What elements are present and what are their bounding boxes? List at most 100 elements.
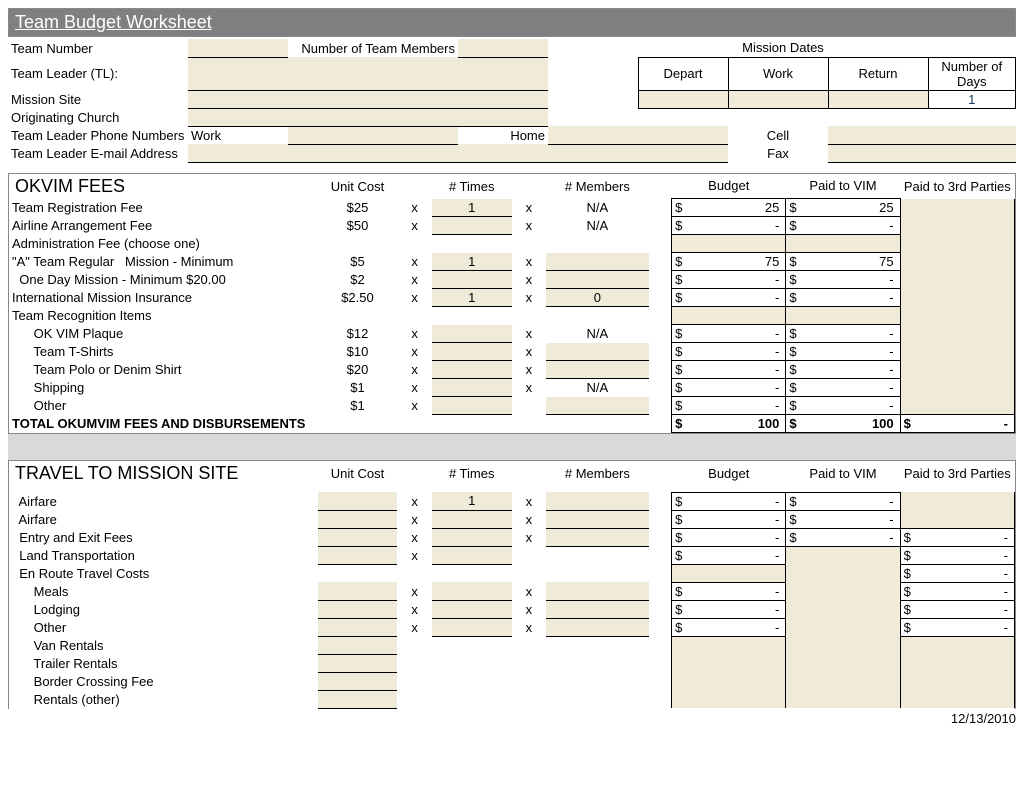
times-input[interactable] (432, 379, 512, 397)
times-input[interactable]: 1 (432, 199, 512, 217)
mult-symbol: x (397, 618, 431, 636)
money-cell: $- (786, 271, 900, 289)
members-cell[interactable] (546, 528, 649, 546)
col-members: # Members (546, 461, 649, 486)
mission-site-input[interactable] (188, 90, 548, 108)
unit-cost[interactable] (318, 600, 398, 618)
members-cell[interactable] (546, 600, 649, 618)
times-input (432, 307, 512, 325)
mult-symbol: x (397, 582, 431, 600)
line-row: Other$1x$-$- (9, 397, 1015, 415)
mult-symbol: x (512, 618, 546, 636)
money-cell (900, 379, 1014, 397)
cell-phone-input[interactable] (828, 126, 1016, 144)
col-unitcost: Unit Cost (318, 174, 398, 199)
team-number-label: Team Number (8, 39, 188, 57)
unit-cost[interactable] (318, 582, 398, 600)
times-input[interactable] (432, 217, 512, 235)
members-cell[interactable] (546, 271, 649, 289)
unit-cost (318, 235, 398, 253)
money-cell: $25 (786, 199, 900, 217)
home-phone-input[interactable] (548, 126, 728, 144)
mult-symbol (397, 235, 431, 253)
mult-symbol: x (397, 199, 431, 217)
times-input[interactable] (432, 618, 512, 636)
mult-symbol (512, 654, 546, 672)
orig-church-input[interactable] (188, 108, 548, 126)
members-cell (546, 636, 649, 654)
money-cell (900, 361, 1014, 379)
times-input[interactable] (432, 325, 512, 343)
col-budget: Budget (672, 461, 786, 486)
mult-symbol: x (397, 397, 431, 415)
title-bar: Team Budget Worksheet (8, 8, 1016, 37)
members-cell[interactable] (546, 582, 649, 600)
members-cell[interactable]: 0 (546, 289, 649, 307)
times-input[interactable] (432, 582, 512, 600)
members-cell[interactable] (546, 510, 649, 528)
unit-cost[interactable] (318, 636, 398, 654)
unit-cost[interactable] (318, 654, 398, 672)
times-input[interactable]: 1 (432, 253, 512, 271)
money-cell: $- (672, 217, 786, 235)
money-cell: $- (672, 618, 786, 636)
members-cell[interactable] (546, 253, 649, 271)
depart-input[interactable] (638, 90, 728, 108)
unit-cost[interactable] (318, 510, 398, 528)
mult-symbol: x (397, 510, 431, 528)
mult-symbol: x (512, 528, 546, 546)
line-row: Airfarexx$-$- (9, 510, 1015, 528)
money-cell (786, 618, 900, 636)
mult-symbol (512, 690, 546, 708)
work-phone-input[interactable] (288, 126, 458, 144)
mult-symbol (512, 307, 546, 325)
unit-cost[interactable] (318, 492, 398, 510)
times-input[interactable] (432, 600, 512, 618)
times-input[interactable]: 1 (432, 492, 512, 510)
times-input[interactable] (432, 397, 512, 415)
money-cell (672, 307, 786, 325)
mult-symbol (512, 564, 546, 582)
work-input[interactable] (728, 90, 828, 108)
fax-input[interactable] (828, 144, 1016, 162)
unit-cost[interactable] (318, 690, 398, 708)
email-input[interactable] (188, 144, 728, 162)
unit-cost: $2.50 (318, 289, 398, 307)
orig-church-label: Originating Church (8, 108, 188, 126)
times-input[interactable] (432, 528, 512, 546)
times-input[interactable] (432, 510, 512, 528)
unit-cost[interactable] (318, 528, 398, 546)
fees-section: OKVIM FEES Unit Cost # Times # Members B… (8, 173, 1016, 435)
money-cell: $- (786, 343, 900, 361)
members-cell[interactable] (546, 343, 649, 361)
line-row: Airfarex1x$-$- (9, 492, 1015, 510)
footer-date: 12/13/2010 (8, 709, 1016, 726)
team-leader-input[interactable] (188, 57, 548, 90)
team-number-input[interactable] (188, 39, 288, 57)
return-input[interactable] (828, 90, 928, 108)
unit-cost[interactable] (318, 618, 398, 636)
times-input[interactable] (432, 343, 512, 361)
unit-cost[interactable] (318, 546, 398, 564)
members-cell[interactable] (546, 492, 649, 510)
row-label: Border Crossing Fee (9, 672, 318, 690)
unit-cost (318, 564, 398, 582)
members-cell[interactable] (546, 361, 649, 379)
col-times: # Times (432, 174, 512, 199)
money-cell: $- (786, 325, 900, 343)
times-input (432, 636, 512, 654)
unit-cost[interactable] (318, 672, 398, 690)
times-input[interactable] (432, 361, 512, 379)
money-cell (672, 636, 786, 654)
times-input[interactable] (432, 546, 512, 564)
unit-cost: $25 (318, 199, 398, 217)
times-input[interactable] (432, 271, 512, 289)
members-cell[interactable] (546, 397, 649, 415)
money-cell: $75 (672, 253, 786, 271)
money-cell (900, 199, 1014, 217)
num-members-input[interactable] (458, 39, 548, 57)
section-spacer (8, 434, 1016, 460)
row-label: Meals (9, 582, 318, 600)
members-cell[interactable] (546, 618, 649, 636)
times-input[interactable]: 1 (432, 289, 512, 307)
